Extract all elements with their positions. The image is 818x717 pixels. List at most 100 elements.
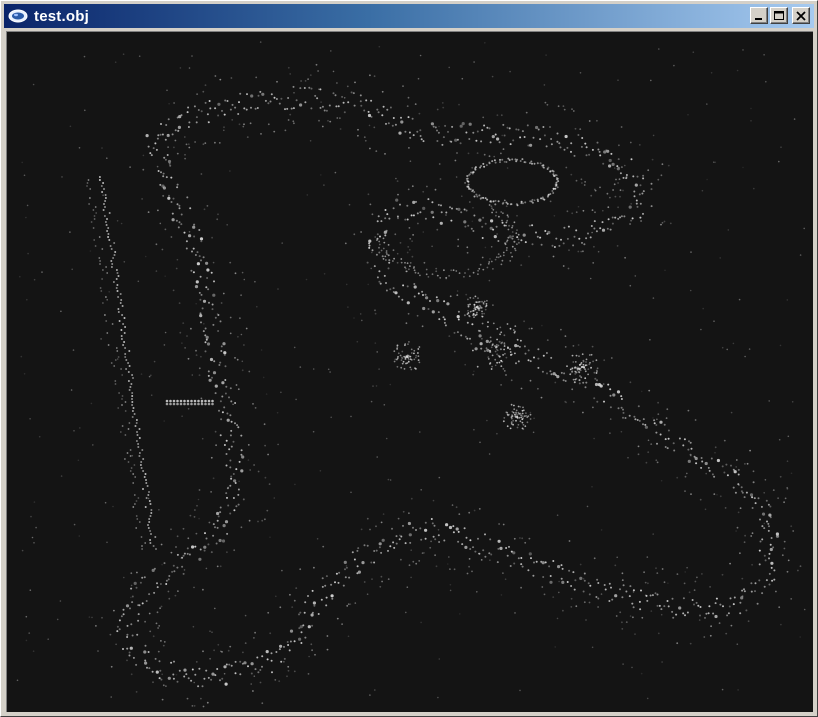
point-cloud-point	[186, 697, 189, 700]
point-cloud-point	[101, 248, 104, 250]
point-cloud-point	[738, 484, 740, 486]
point-cloud-point	[497, 354, 500, 357]
point-cloud-point	[198, 557, 202, 561]
point-cloud-point	[171, 570, 174, 573]
point-cloud-point	[286, 675, 288, 678]
point-cloud-point	[226, 100, 229, 102]
point-cloud-point	[502, 251, 505, 254]
point-cloud-point	[261, 519, 264, 522]
point-cloud-point	[514, 330, 516, 333]
point-cloud-point	[775, 534, 780, 538]
point-cloud-point	[127, 362, 130, 364]
point-cloud-point	[360, 104, 363, 107]
point-cloud-point	[628, 595, 631, 598]
point-cloud-point	[211, 672, 215, 676]
point-cloud-point	[131, 634, 134, 637]
point-cloud-point	[220, 418, 223, 421]
point-cloud-point	[519, 412, 522, 415]
point-cloud-point	[265, 393, 268, 395]
point-cloud-point	[202, 143, 205, 146]
point-cloud-point	[463, 208, 466, 211]
point-cloud-point	[496, 561, 499, 564]
point-cloud-point	[147, 494, 150, 496]
point-cloud-point	[770, 537, 773, 539]
point-cloud-point	[499, 161, 501, 164]
point-cloud-point	[214, 607, 216, 610]
point-cloud-point	[543, 84, 546, 86]
point-cloud-point	[688, 440, 690, 443]
point-cloud-point	[366, 593, 369, 595]
point-cloud-point	[373, 75, 376, 78]
point-cloud-point	[400, 359, 403, 361]
point-cloud-point	[192, 225, 196, 229]
point-cloud-point	[242, 651, 244, 654]
point-cloud-point	[529, 360, 532, 363]
point-cloud-point	[136, 431, 138, 433]
point-cloud-point	[106, 218, 108, 220]
point-cloud-point	[508, 235, 512, 239]
point-cloud-point	[130, 587, 133, 590]
point-cloud-point	[415, 200, 417, 203]
point-cloud-point	[593, 227, 596, 230]
point-cloud-point	[556, 178, 558, 181]
point-cloud-point	[378, 45, 381, 48]
point-cloud-point	[412, 526, 414, 529]
point-cloud-point	[474, 347, 478, 351]
point-cloud-point	[176, 535, 179, 538]
point-cloud-point	[135, 440, 138, 442]
point-cloud-point	[595, 230, 598, 233]
point-cloud-point	[463, 527, 466, 530]
point-cloud-point	[455, 176, 458, 178]
point-cloud-point	[632, 591, 635, 593]
point-cloud-point	[524, 201, 527, 204]
point-cloud-point	[229, 332, 232, 335]
point-cloud-point	[126, 636, 129, 638]
point-cloud-point	[367, 110, 370, 113]
point-cloud-point	[620, 398, 623, 400]
point-cloud-point	[489, 226, 493, 230]
point-cloud-point	[656, 572, 659, 574]
point-cloud-point	[248, 519, 251, 522]
point-cloud-point	[419, 274, 421, 277]
point-cloud-point	[115, 287, 118, 289]
point-cloud-point	[754, 590, 756, 593]
point-cloud-point	[378, 246, 380, 249]
maximize-button[interactable]	[770, 7, 788, 24]
point-cloud-point	[498, 141, 501, 144]
point-cloud-point	[382, 247, 385, 250]
point-cloud-point	[693, 589, 696, 591]
3d-render-viewport[interactable]	[6, 31, 813, 712]
title-bar[interactable]: test.obj	[4, 4, 814, 28]
point-cloud-point	[252, 690, 254, 692]
point-cloud-point	[177, 125, 181, 129]
point-cloud-point	[374, 236, 377, 238]
point-cloud-point	[733, 596, 736, 599]
point-cloud-point	[786, 570, 789, 573]
point-cloud-point	[752, 470, 755, 473]
point-cloud-point	[256, 305, 258, 308]
point-cloud-point	[571, 388, 574, 391]
point-cloud-point	[356, 565, 359, 568]
point-cloud-point	[526, 421, 529, 424]
point-cloud-render[interactable]	[7, 32, 812, 711]
point-cloud-point	[160, 543, 163, 546]
close-button[interactable]	[792, 7, 810, 24]
point-cloud-point	[134, 476, 137, 478]
point-cloud-point	[165, 685, 167, 687]
point-cloud-point	[136, 571, 138, 574]
point-cloud-point	[380, 220, 383, 223]
point-cloud-point	[124, 401, 127, 403]
point-cloud-point	[176, 258, 179, 261]
point-cloud-point	[173, 660, 175, 663]
point-cloud-point	[223, 672, 226, 675]
point-cloud-point	[280, 97, 283, 100]
point-cloud-point	[180, 213, 183, 216]
point-cloud-point	[577, 134, 580, 136]
point-cloud-point	[347, 306, 349, 308]
point-cloud-point	[438, 125, 440, 128]
point-cloud-point	[472, 230, 475, 232]
point-cloud-point	[157, 209, 159, 212]
minimize-button[interactable]	[750, 7, 768, 24]
point-cloud-point	[736, 526, 739, 529]
point-cloud-point	[580, 178, 583, 181]
